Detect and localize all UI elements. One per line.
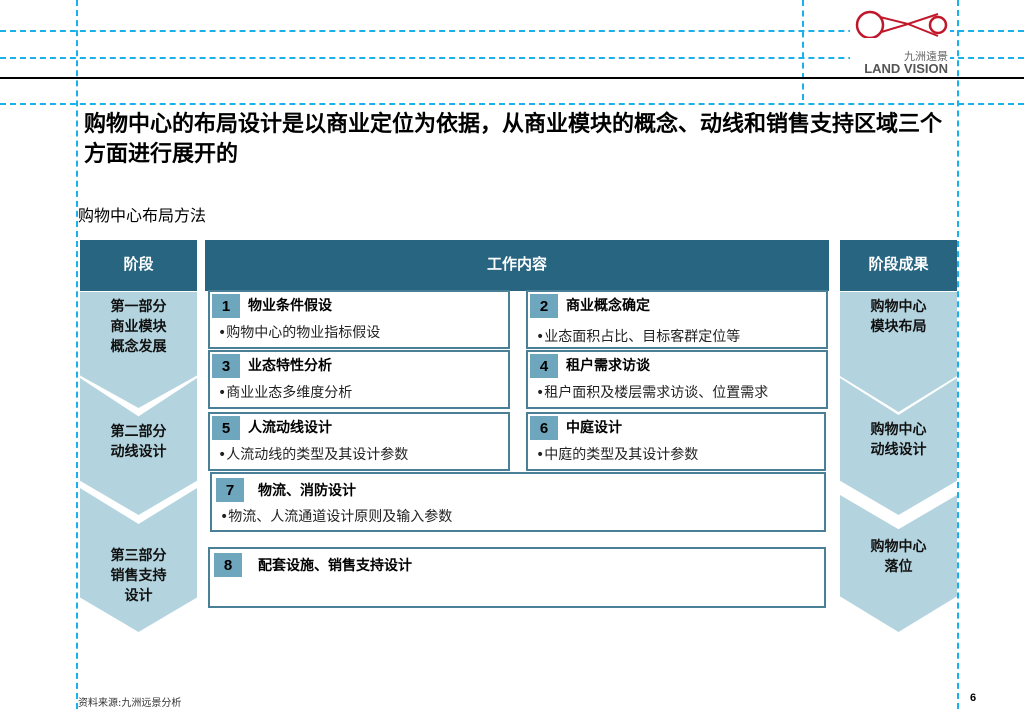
result-line: 购物中心 xyxy=(870,422,927,438)
stage-line: 概念发展 xyxy=(110,339,167,355)
task-number: 5 xyxy=(212,416,240,440)
result-line: 落位 xyxy=(884,559,913,575)
page-title: 购物中心的布局设计是以商业定位为依据，从商业模块的概念、动线和销售支持区域三个方… xyxy=(84,112,943,167)
task-box-4: 4 租户需求访谈 •租户面积及楼层需求访谈、位置需求 xyxy=(526,350,828,409)
source-note: 资料来源:九洲远景分析 xyxy=(78,698,182,709)
task-box-8: 8 配套设施、销售支持设计 xyxy=(208,547,826,608)
result-header: 阶段成果 xyxy=(840,240,957,291)
stage-line: 第一部分 xyxy=(110,299,167,315)
result-line: 购物中心 xyxy=(870,539,927,555)
logo: 九洲遠景 LAND VISION xyxy=(850,4,950,76)
task-number: 6 xyxy=(530,416,558,440)
section-subtitle: 购物中心布局方法 xyxy=(78,206,207,225)
task-box-7: 7 物流、消防设计 •物流、人流通道设计原则及输入参数 xyxy=(210,472,826,532)
task-desc: •购物中心的物业指标假设 xyxy=(218,325,381,341)
guide-line xyxy=(0,103,1024,105)
stage-line: 第三部分 xyxy=(110,548,167,564)
task-number: 7 xyxy=(216,478,244,502)
task-desc: •物流、人流通道设计原则及输入参数 xyxy=(220,509,453,525)
task-box-1: 1 物业条件假设 •购物中心的物业指标假设 xyxy=(208,290,510,349)
task-desc: •人流动线的类型及其设计参数 xyxy=(218,447,409,463)
result-line: 动线设计 xyxy=(870,442,927,458)
task-number: 1 xyxy=(212,294,240,318)
stage-line: 设计 xyxy=(124,588,153,604)
logo-mark-icon xyxy=(855,10,948,40)
task-title: 配套设施、销售支持设计 xyxy=(258,558,412,574)
guide-line xyxy=(76,0,78,709)
task-desc: •商业业态多维度分析 xyxy=(218,385,353,401)
work-header: 工作内容 xyxy=(205,240,829,291)
task-box-5: 5 人流动线设计 •人流动线的类型及其设计参数 xyxy=(208,412,510,471)
result-line: 模块布局 xyxy=(870,319,927,335)
logo-en: LAND VISION xyxy=(864,61,948,76)
guide-line xyxy=(802,0,804,100)
stage-line: 销售支持 xyxy=(110,568,167,584)
task-title: 业态特性分析 xyxy=(248,358,332,374)
task-box-3: 3 业态特性分析 •商业业态多维度分析 xyxy=(208,350,510,409)
task-title: 物业条件假设 xyxy=(248,298,332,314)
task-title: 中庭设计 xyxy=(566,420,622,436)
stage-line: 商业模块 xyxy=(110,319,167,335)
guide-line xyxy=(957,0,959,709)
task-number: 8 xyxy=(214,553,242,577)
task-desc: •中庭的类型及其设计参数 xyxy=(536,447,699,463)
stage-line: 动线设计 xyxy=(110,444,167,460)
task-desc: •业态面积占比、目标客群定位等 xyxy=(536,329,741,345)
task-desc: •租户面积及楼层需求访谈、位置需求 xyxy=(536,385,769,401)
task-title: 商业概念确定 xyxy=(566,298,650,314)
task-title: 人流动线设计 xyxy=(248,420,332,436)
header-rule xyxy=(0,77,1024,79)
stage-header: 阶段 xyxy=(80,240,197,291)
task-title: 物流、消防设计 xyxy=(258,483,356,499)
result-line: 购物中心 xyxy=(870,299,927,315)
task-title: 租户需求访谈 xyxy=(566,358,650,374)
task-number: 4 xyxy=(530,354,558,378)
result-3: 购物中心 落位 xyxy=(840,495,957,632)
task-box-6: 6 中庭设计 •中庭的类型及其设计参数 xyxy=(526,412,826,471)
stage-line: 第二部分 xyxy=(110,424,167,440)
task-number: 3 xyxy=(212,354,240,378)
task-box-2: 2 商业概念确定 •业态面积占比、目标客群定位等 xyxy=(526,290,828,349)
page-number: 6 xyxy=(970,692,977,704)
task-number: 2 xyxy=(530,294,558,318)
